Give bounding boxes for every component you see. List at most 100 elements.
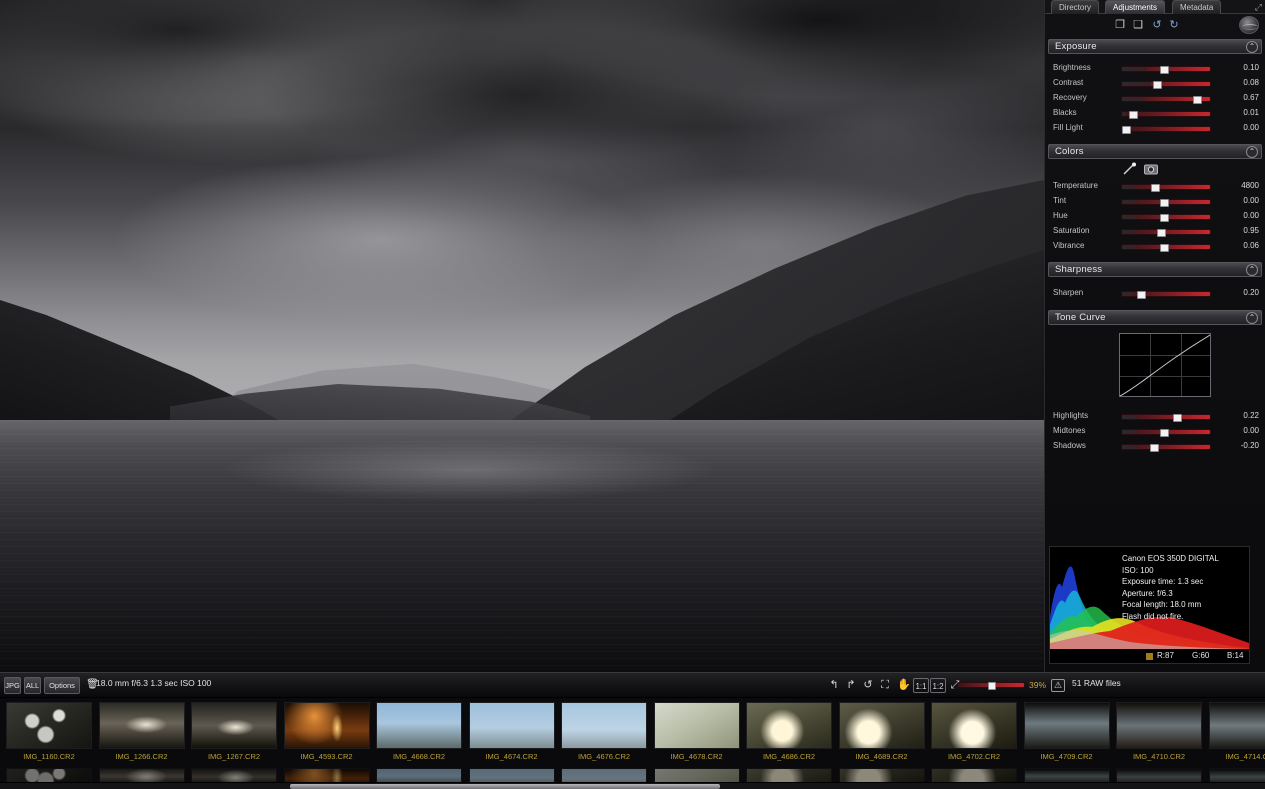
exposure-contrast-slider[interactable]: [1121, 81, 1211, 89]
sharpness-collapse-icon[interactable]: ⌃: [1246, 264, 1258, 276]
thumbnail-image[interactable]: [561, 702, 647, 749]
paste-settings-icon[interactable]: ❑: [1131, 18, 1145, 32]
sharpness-sharpen-label: Sharpen: [1053, 288, 1084, 297]
colors-collapse-icon[interactable]: ⌃: [1246, 146, 1258, 158]
thumbnail-image[interactable]: [1023, 702, 1110, 749]
thumbnail-image[interactable]: [6, 702, 92, 749]
tab-directory[interactable]: Directory: [1051, 0, 1100, 14]
thumbnail-item[interactable]: IMG_4676.CR2: [561, 702, 647, 761]
slider-knob[interactable]: [1160, 429, 1170, 437]
eyedropper-icon[interactable]: [1122, 162, 1138, 176]
exposure-fill-light-value: 0.00: [1243, 123, 1259, 132]
thumbnail-item[interactable]: IMG_1160.CR2: [6, 702, 92, 761]
thumbnail-image[interactable]: [468, 702, 555, 749]
exposure-fill-light-label: Fill Light: [1053, 123, 1083, 132]
thumbnail-item[interactable]: IMG_1266.CR2: [98, 702, 185, 761]
slider-knob[interactable]: [1160, 66, 1170, 74]
thumbnail-image[interactable]: [838, 702, 925, 749]
slider-knob[interactable]: [1160, 244, 1170, 252]
slider-knob[interactable]: [1121, 126, 1131, 134]
tone-curve-editor[interactable]: [1045, 325, 1265, 405]
thumbnail-item[interactable]: IMG_4593.CR2: [283, 702, 370, 761]
section-header-colors[interactable]: Colors ⌃: [1048, 144, 1262, 159]
colors-vibrance-slider[interactable]: [1121, 244, 1211, 252]
filmstrip[interactable]: IMG_1160.CR2 IMG_1266.CR2 IMG_1267.CR2 IMG_…: [0, 698, 1265, 789]
rotate-left-icon[interactable]: ↰: [826, 678, 842, 693]
section-header-tone-curve[interactable]: Tone Curve ⌃: [1048, 310, 1262, 325]
redo-icon[interactable]: ↻: [1167, 18, 1181, 32]
slider-knob[interactable]: [1153, 81, 1163, 89]
tone-midtones-slider[interactable]: [1121, 429, 1211, 437]
crop-icon[interactable]: ⛶: [877, 678, 893, 693]
exposure-recovery-slider[interactable]: [1121, 96, 1211, 104]
thumbnail-image[interactable]: [376, 702, 462, 749]
export-jpg-button[interactable]: JPG: [4, 677, 21, 694]
thumbnail-item[interactable]: IMG_4678.CR2: [653, 702, 740, 761]
tone-curve-collapse-icon[interactable]: ⌃: [1246, 312, 1258, 324]
color-wheel-icon[interactable]: [1239, 16, 1259, 34]
slider-knob[interactable]: [1128, 111, 1138, 119]
tab-adjustments[interactable]: Adjustments: [1105, 0, 1166, 14]
colors-saturation-slider[interactable]: [1121, 229, 1211, 237]
exposure-collapse-icon[interactable]: ⌃: [1246, 41, 1258, 53]
thumbnail-item[interactable]: IMG_4714.CR2: [1208, 702, 1265, 761]
options-button[interactable]: Options: [44, 677, 80, 694]
rotate-reset-icon[interactable]: ↺: [860, 678, 876, 693]
slider-knob[interactable]: [1137, 291, 1147, 299]
undo-icon[interactable]: ↺: [1150, 18, 1164, 32]
thumbnail-image[interactable]: [746, 702, 832, 749]
colors-temperature-slider[interactable]: [1121, 184, 1211, 192]
thumbnail-item[interactable]: IMG_4674.CR2: [468, 702, 555, 761]
tab-metadata[interactable]: Metadata: [1172, 0, 1222, 14]
zoom-slider[interactable]: [957, 682, 1025, 690]
slider-knob[interactable]: [1160, 214, 1170, 222]
pan-hand-icon[interactable]: ✋: [896, 678, 912, 693]
sharpness-sharpen-slider[interactable]: [1121, 291, 1211, 299]
exposure-fill-light-slider[interactable]: [1121, 126, 1211, 134]
rgb-green-value: G:60: [1192, 651, 1210, 660]
thumbnail-image[interactable]: [1116, 702, 1202, 749]
tone-shadows-slider[interactable]: [1121, 444, 1211, 452]
colors-hue-slider[interactable]: [1121, 214, 1211, 222]
zoom-slider-knob[interactable]: [988, 682, 996, 690]
thumbnail-image[interactable]: [1208, 702, 1265, 749]
colors-tint-slider[interactable]: [1121, 199, 1211, 207]
thumbnail-item[interactable]: IMG_4710.CR2: [1116, 702, 1202, 761]
warning-icon[interactable]: ⚠: [1051, 679, 1065, 692]
thumbnail-item[interactable]: IMG_1267.CR2: [191, 702, 277, 761]
exposure-brightness-slider[interactable]: [1121, 66, 1211, 74]
expand-panel-icon[interactable]: ⤢: [1255, 2, 1262, 13]
thumbnail-item[interactable]: IMG_4686.CR2: [746, 702, 832, 761]
colors-hue-value: 0.00: [1243, 211, 1259, 220]
zoom-one-to-two-icon[interactable]: 1:2: [930, 678, 946, 693]
white-balance-camera-icon[interactable]: [1143, 162, 1159, 176]
slider-knob[interactable]: [1192, 96, 1202, 104]
thumbnail-image[interactable]: [653, 702, 740, 749]
zoom-one-to-one-icon[interactable]: 1:1: [913, 678, 929, 693]
thumbnail-item[interactable]: IMG_4702.CR2: [931, 702, 1017, 761]
thumbnail-item[interactable]: IMG_4689.CR2: [838, 702, 925, 761]
rotate-right-icon[interactable]: ↱: [843, 678, 859, 693]
image-viewer[interactable]: [0, 0, 1044, 672]
thumbnail-item[interactable]: IMG_4709.CR2: [1023, 702, 1110, 761]
exposure-blacks-slider[interactable]: [1121, 111, 1211, 119]
section-header-exposure[interactable]: Exposure ⌃: [1048, 39, 1262, 54]
thumbnail-item[interactable]: IMG_4668.CR2: [376, 702, 462, 761]
slider-knob[interactable]: [1149, 444, 1159, 452]
thumbnail-image[interactable]: [191, 702, 277, 749]
slider-knob[interactable]: [1160, 199, 1170, 207]
section-header-sharpness[interactable]: Sharpness ⌃: [1048, 262, 1262, 277]
filmstrip-scrollbar-thumb[interactable]: [290, 784, 720, 789]
copy-settings-icon[interactable]: ❐: [1113, 18, 1127, 32]
slider-knob[interactable]: [1156, 229, 1166, 237]
slider-dark-fill: [1122, 215, 1138, 219]
slider-knob[interactable]: [1150, 184, 1160, 192]
thumbnail-image[interactable]: [931, 702, 1017, 749]
filmstrip-scrollbar[interactable]: [0, 782, 1265, 789]
tone-curve-graph[interactable]: [1119, 333, 1211, 397]
tone-highlights-slider[interactable]: [1121, 414, 1211, 422]
slider-knob[interactable]: [1172, 414, 1182, 422]
thumbnail-image[interactable]: [98, 702, 185, 749]
export-all-button[interactable]: ALL: [24, 677, 41, 694]
thumbnail-image[interactable]: [283, 702, 370, 749]
